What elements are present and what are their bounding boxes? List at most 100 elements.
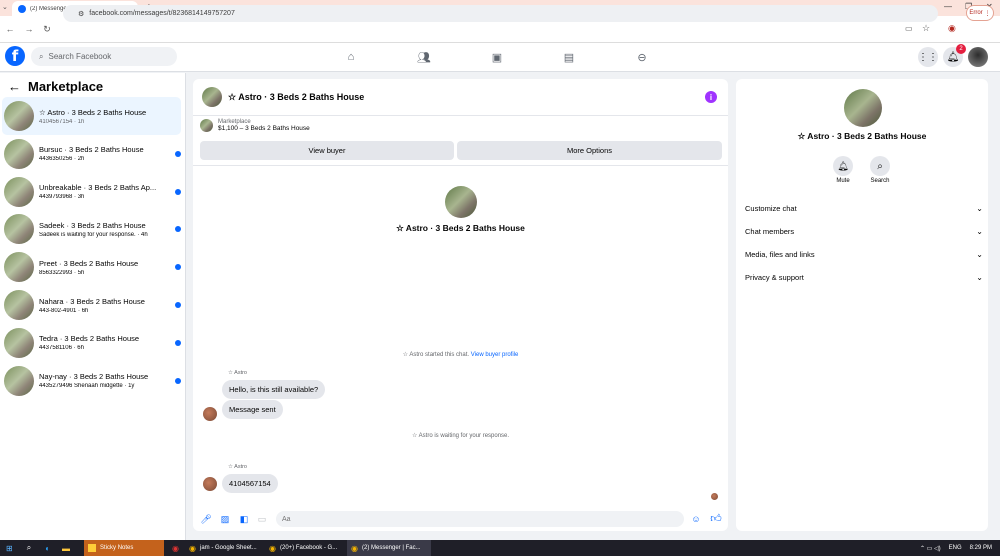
conversation-subtitle: 4436350256 · 2h: [39, 156, 85, 163]
details-section-label: Customize chat: [745, 203, 797, 213]
edge-icon[interactable]: ◐: [45, 544, 50, 553]
search-icon: ⌕: [39, 51, 44, 61]
profile-icon[interactable]: ◉: [948, 23, 956, 34]
taskbar-app-sticky-notes[interactable]: Sticky Notes: [84, 540, 165, 556]
conversation-title: Sadeek · 3 Beds 2 Baths House: [39, 220, 146, 230]
conversation-list-item[interactable]: Tedra · 3 Beds 2 Baths House 4437581106 ·…: [2, 324, 181, 362]
search-label: Search: [870, 178, 890, 184]
reload-icon[interactable]: ↻: [40, 22, 54, 36]
conversation-text: Nahara · 3 Beds 2 Baths House 443-802-490…: [39, 297, 166, 314]
search-facebook-input[interactable]: ⌕ Search Facebook: [31, 47, 177, 66]
like-thumbs-up-icon[interactable]: 👍︎: [710, 512, 722, 525]
notification-count-badge: 2: [956, 44, 966, 54]
photo-icon[interactable]: ▨: [219, 513, 231, 525]
view-buyer-profile-link[interactable]: View buyer profile: [471, 352, 519, 358]
conversation-list-item[interactable]: ☆ Astro · 3 Beds 2 Baths House 4104567154…: [2, 97, 181, 135]
windows-start-icon[interactable]: ⊞: [6, 544, 13, 553]
listing-thumbnail: [4, 101, 34, 131]
sender-name: ☆ Astro: [228, 464, 247, 470]
forward-icon[interactable]: →: [22, 22, 36, 36]
conversation-list-item[interactable]: Preet · 3 Beds 2 Baths House 8563322993 ·…: [2, 248, 181, 286]
gaming-icon[interactable]: ⊖: [632, 47, 652, 67]
marketplace-icon[interactable]: ▤: [559, 47, 579, 67]
video-icon[interactable]: ▣: [487, 47, 507, 67]
chat-header: ☆ Astro · 3 Beds 2 Baths House: [193, 79, 728, 116]
details-section-row[interactable]: Privacy & support ⌄: [745, 269, 983, 285]
conversation-text: Sadeek · 3 Beds 2 Baths House Sadeek is w…: [39, 221, 166, 238]
taskbar-app-messenger[interactable]: ◉ (2) Messenger | Fac...: [347, 540, 432, 556]
details-avatar: [844, 89, 882, 127]
sidebar-header: ← Marketplace: [8, 79, 103, 94]
windows-taskbar: ⊞ ⌕ ◐ ▬ Sticky Notes ◉ ◉ jam - Google She…: [0, 540, 1000, 556]
clock[interactable]: 8:29 PM: [970, 545, 992, 551]
account-avatar[interactable]: [968, 47, 988, 67]
details-search-icon[interactable]: ⌕: [870, 156, 890, 176]
chrome-icon: ◉: [189, 543, 196, 553]
gif-icon[interactable]: ▭: [256, 513, 268, 525]
search-placeholder: Search Facebook: [48, 52, 112, 61]
view-buyer-button[interactable]: View buyer: [200, 141, 454, 160]
conversation-subtitle: 8563322993 · 5h: [39, 269, 85, 276]
chevron-down-icon: ⌄: [976, 226, 983, 236]
conversation-center-title: ☆ Astro · 3 Beds 2 Baths House: [396, 223, 525, 233]
conversation-list-item[interactable]: Nahara · 3 Beds 2 Baths House 443-802-490…: [2, 286, 181, 324]
file-explorer-icon[interactable]: ▬: [62, 544, 70, 553]
conversation-text: Unbreakable · 3 Beds 2 Baths Ap... 443979…: [39, 183, 166, 200]
started-text: ☆ Astro started this chat.: [402, 352, 470, 358]
conversation-title: ☆ Astro · 3 Beds 2 Baths House: [39, 107, 147, 117]
taskbar-app-facebook[interactable]: ◉ (20+) Facebook - G...: [265, 540, 347, 556]
taskbar-app-google-sheets[interactable]: ◉ jam - Google Sheet...: [185, 540, 265, 556]
taskbar-app-label: (20+) Facebook - G...: [280, 545, 338, 551]
chat-title[interactable]: ☆ Astro · 3 Beds 2 Baths House: [228, 92, 364, 103]
site-info-icon[interactable]: ⚙: [78, 10, 84, 18]
facebook-logo[interactable]: f: [5, 46, 25, 66]
sticker-icon[interactable]: ◧: [238, 513, 250, 525]
mute-bell-icon[interactable]: 🔔︎: [833, 156, 853, 176]
conversation-list-item[interactable]: Nay-nay · 3 Beds 2 Baths House 4435279496…: [2, 362, 181, 400]
conversation-list-item[interactable]: Sadeek · 3 Beds 2 Baths House Sadeek is w…: [2, 210, 181, 248]
message-bubble[interactable]: Hello, is this still available?: [222, 380, 326, 399]
chevron-down-icon: ⌄: [976, 272, 983, 282]
install-app-icon[interactable]: ▭: [905, 24, 913, 33]
seen-receipt-avatar: [711, 493, 718, 500]
conversation-text: Nay-nay · 3 Beds 2 Baths House 4435279496…: [39, 372, 166, 389]
home-icon[interactable]: ⌂: [341, 47, 361, 67]
user-avatar: [203, 477, 217, 491]
listing-info[interactable]: Marketplace $1,100 – 3 Beds 2 Baths Hous…: [200, 119, 310, 132]
taskbar-app-icon[interactable]: ◉: [172, 544, 179, 553]
friends-icon[interactable]: 👥︎: [414, 47, 434, 67]
conversation-list-item[interactable]: Unbreakable · 3 Beds 2 Baths Ap... 443979…: [2, 173, 181, 211]
emoji-icon[interactable]: ☺: [690, 513, 702, 525]
conversation-text: Tedra · 3 Beds 2 Baths House 4437581106 ·…: [39, 334, 166, 351]
conversation-title: Nay-nay · 3 Beds 2 Baths House: [39, 372, 149, 382]
conversation-title: Preet · 3 Beds 2 Baths House: [39, 258, 139, 268]
url-bar[interactable]: ⚙ facebook.com/messages/t/82368141497572…: [63, 5, 938, 22]
conversation-subtitle: Sadeek is waiting for your response. · 4…: [39, 231, 148, 238]
message-bubble[interactable]: Message sent: [222, 400, 283, 419]
taskbar-search-icon[interactable]: ⌕: [27, 543, 31, 553]
error-button[interactable]: Error ⋮: [966, 5, 994, 21]
back-icon[interactable]: ←: [3, 22, 17, 36]
bookmark-star-icon[interactable]: ☆: [922, 23, 930, 34]
language-indicator[interactable]: ENG: [949, 545, 962, 551]
conversation-text: Preet · 3 Beds 2 Baths House 8563322993 ·…: [39, 259, 166, 276]
microphone-icon[interactable]: 🎤︎: [200, 513, 212, 525]
details-section-row[interactable]: Chat members ⌄: [745, 223, 983, 239]
system-tray-icons[interactable]: ⌃ ▭ ◁): [920, 545, 941, 552]
details-section-row[interactable]: Media, files and links ⌄: [745, 246, 983, 262]
listing-price: $1,100 – 3 Beds 2 Baths House: [218, 125, 310, 132]
back-arrow-icon[interactable]: ←: [8, 79, 21, 94]
chat-avatar[interactable]: [202, 87, 222, 107]
menu-grid-icon[interactable]: ⋮⋮: [918, 47, 938, 67]
conversation-details-panel: [736, 79, 988, 531]
conversation-list-item[interactable]: Bursuc · 3 Beds 2 Baths House 4436350256 …: [2, 135, 181, 173]
tab-list-icon[interactable]: ⌄: [2, 3, 8, 11]
minimize-button[interactable]: —: [944, 2, 952, 11]
listing-thumbnail: [4, 290, 34, 320]
message-input[interactable]: [276, 511, 684, 527]
listing-thumbnail: [4, 214, 34, 245]
conversation-info-icon[interactable]: i: [705, 91, 717, 103]
message-bubble[interactable]: 4104567154: [222, 474, 278, 493]
more-options-button[interactable]: More Options: [457, 141, 722, 160]
details-section-row[interactable]: Customize chat ⌄: [745, 200, 983, 216]
